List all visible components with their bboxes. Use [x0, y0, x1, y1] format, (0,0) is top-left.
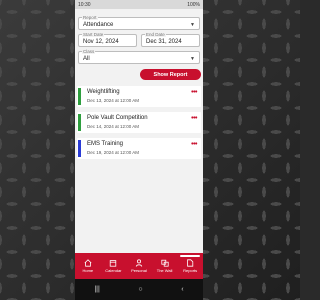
nav-the-wall[interactable]: The Wall — [152, 253, 178, 279]
more-options-icon[interactable]: ••• — [191, 115, 197, 122]
event-date: Dec 13, 2024 at 12:00 AM — [87, 98, 140, 103]
start-date-label: Start Date — [82, 32, 105, 37]
event-color-bar — [78, 140, 81, 157]
nav-reports-label: Reports — [183, 268, 198, 273]
event-date: Dec 19, 2024 at 12:00 AM — [87, 150, 140, 155]
home-icon — [84, 259, 92, 267]
status-battery: 100% — [187, 1, 200, 8]
chevron-down-icon: ▼ — [190, 22, 195, 28]
event-card[interactable]: Pole Vault Competition Dec 14, 2024 at 1… — [77, 112, 201, 133]
class-label: Class — [82, 49, 96, 54]
nav-calendar-label: Calendar — [105, 268, 122, 273]
class-value: All — [83, 56, 90, 62]
more-options-icon[interactable]: ••• — [191, 141, 197, 148]
event-color-bar — [78, 114, 81, 131]
reports-icon — [187, 259, 194, 267]
event-card[interactable]: EMS Training Dec 19, 2024 at 12:00 AM ••… — [77, 138, 201, 159]
nav-calendar[interactable]: Calendar — [101, 253, 127, 279]
event-date: Dec 14, 2024 at 12:00 AM — [87, 124, 140, 129]
event-title: Weightlifting — [87, 89, 120, 95]
start-date-value: Nov 12, 2024 — [83, 39, 119, 45]
back-icon[interactable]: ‹ — [181, 286, 183, 293]
show-report-button[interactable]: Show Report — [140, 69, 201, 80]
recent-apps-icon[interactable]: ||| — [94, 286, 99, 293]
nav-home[interactable]: Home — [75, 253, 101, 279]
nav-personal[interactable]: Personal — [126, 253, 152, 279]
event-title: EMS Training — [87, 141, 124, 147]
class-select[interactable]: Class All ▼ — [78, 49, 200, 64]
end-date-field[interactable]: End Date Dec 31, 2024 — [141, 32, 200, 47]
chevron-down-icon: ▼ — [190, 56, 195, 62]
start-date-field[interactable]: Start Date Nov 12, 2024 — [78, 32, 137, 47]
person-icon — [135, 259, 143, 267]
report-value: Attendance — [83, 22, 114, 28]
event-title: Pole Vault Competition — [87, 115, 148, 121]
more-options-icon[interactable]: ••• — [191, 89, 197, 96]
calendar-icon — [110, 260, 117, 267]
nav-reports[interactable]: Reports — [177, 253, 203, 279]
home-circle-icon[interactable]: ○ — [138, 286, 142, 293]
end-date-value: Dec 31, 2024 — [146, 39, 182, 45]
end-date-label: End Date — [145, 32, 166, 37]
event-card[interactable]: Weightlifting Dec 13, 2024 at 12:00 AM •… — [77, 86, 201, 107]
status-time: 10:30 — [78, 1, 91, 8]
system-nav-bar: ||| ○ ‹ — [75, 279, 203, 300]
status-bar: 10:30 100% — [75, 0, 203, 9]
wall-icon — [160, 259, 169, 267]
bottom-nav: Home Calendar Personal The Wall Reports — [75, 253, 203, 279]
nav-personal-label: Personal — [131, 268, 147, 273]
event-color-bar — [78, 88, 81, 105]
report-label: Report — [82, 15, 98, 20]
nav-the-wall-label: The Wall — [156, 268, 173, 273]
phone-screen: 10:30 100% Report Attendance ▼ Start Dat… — [75, 0, 203, 300]
report-select[interactable]: Report Attendance ▼ — [78, 15, 200, 30]
nav-home-label: Home — [82, 268, 94, 273]
